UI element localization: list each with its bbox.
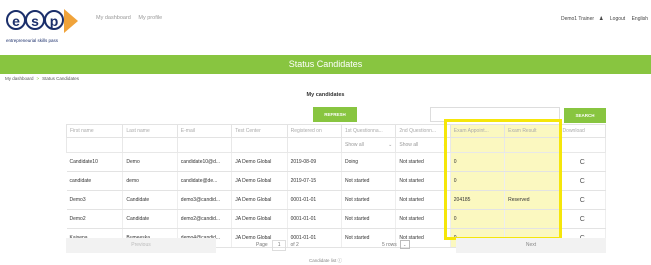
cell-last-name: demo [122, 171, 178, 191]
cell-1st-questionnaire: Doing [341, 152, 397, 172]
cell-email: candidate@de... [177, 171, 233, 191]
logo-letter-s: s [25, 10, 45, 30]
cell-registered-on: 2019-07-15 [287, 171, 342, 191]
language-select[interactable]: English [632, 16, 648, 22]
filter-2nd-questionnaire[interactable]: Show all ⌄ [395, 137, 451, 153]
page-total: of 2 [290, 242, 299, 248]
logo-arrow-icon [64, 9, 78, 33]
download-refresh-icon[interactable]: C [559, 152, 607, 172]
footer-link[interactable]: Candidate list ⓘ [0, 258, 651, 264]
highlight-box [444, 119, 562, 240]
filter-last-name[interactable] [122, 137, 178, 153]
filter-1st-value: Show all [344, 142, 364, 148]
cell-2nd-questionnaire: Not started [395, 190, 451, 210]
cell-2nd-questionnaire: Not started [395, 171, 451, 191]
cell-1st-questionnaire: Not started [341, 190, 397, 210]
cell-1st-questionnaire: Not started [341, 209, 397, 229]
filter-registered-on[interactable] [286, 137, 342, 153]
logo-letter-e: e [6, 10, 26, 30]
user-icon: ♟ [599, 16, 604, 22]
col-download[interactable]: Download [558, 124, 607, 138]
cell-first-name: Demo2 [66, 209, 124, 229]
esp-logo[interactable]: e s p entrepreneurial skills pass [6, 6, 88, 48]
top-nav: My dashboard My profile [96, 15, 168, 21]
rows-per-page-value: 5 rows [382, 242, 397, 248]
pagination: Previous Page 1 of 2 5 rows ⌄ Next [66, 238, 606, 253]
cell-last-name: Demo [122, 152, 178, 172]
filter-first-name[interactable] [65, 137, 124, 153]
page-title-banner: Status Candidates [0, 55, 651, 74]
nav-my-dashboard[interactable]: My dashboard [96, 15, 131, 21]
logout-link[interactable]: Logout [610, 16, 625, 22]
nav-my-profile[interactable]: My profile [138, 15, 162, 21]
download-refresh-icon[interactable]: C [559, 209, 607, 229]
cell-2nd-questionnaire: Not started [395, 152, 451, 172]
filter-download [558, 137, 607, 153]
cell-email: candidate10@d... [177, 152, 233, 172]
cell-email: demo3@candid... [177, 190, 233, 210]
page-number-input[interactable]: 1 [272, 240, 287, 251]
col-last-name[interactable]: Last name [122, 124, 178, 138]
previous-button[interactable]: Previous [66, 238, 216, 253]
cell-registered-on: 0001-01-01 [287, 190, 342, 210]
col-registered-on[interactable]: Registered on [286, 124, 342, 138]
refresh-button[interactable]: REFRESH [313, 107, 357, 122]
page-indicator: Page 1 of 2 [256, 238, 299, 253]
cell-2nd-questionnaire: Not started [395, 209, 451, 229]
page-label: Page [256, 242, 268, 248]
next-button[interactable]: Next [456, 238, 606, 253]
cell-registered-on: 2019-08-09 [287, 152, 342, 172]
cell-test-center: JA Demo Global [231, 152, 288, 172]
download-refresh-icon[interactable]: C [559, 171, 607, 191]
rows-per-page-select[interactable]: 5 rows ⌄ [382, 238, 410, 253]
cell-first-name: candidate [66, 171, 124, 191]
download-refresh-icon[interactable]: C [559, 190, 607, 210]
breadcrumb: My dashboard > Status Candidates [5, 76, 79, 81]
chevron-down-icon: ⌄ [399, 240, 410, 250]
cell-first-name: Candidate10 [66, 152, 124, 172]
col-test-center[interactable]: Test Center [231, 124, 288, 138]
cell-first-name: Demo3 [66, 190, 124, 210]
user-name[interactable]: Demo1 Trainer [561, 16, 594, 22]
cell-email: demo2@candid... [177, 209, 233, 229]
filter-test-center[interactable] [231, 137, 288, 153]
logo-letter-p: p [44, 10, 64, 30]
cell-test-center: JA Demo Global [231, 190, 288, 210]
filter-1st-questionnaire[interactable]: Show all ⌄ [340, 137, 397, 153]
col-1st-questionnaire[interactable]: 1st Questionna... [340, 124, 397, 138]
cell-registered-on: 0001-01-01 [287, 209, 342, 229]
col-2nd-questionnaire[interactable]: 2nd Questionn... [395, 124, 451, 138]
breadcrumb-separator-icon: > [36, 76, 40, 81]
cell-test-center: JA Demo Global [231, 209, 288, 229]
col-email[interactable]: E-mail [176, 124, 233, 138]
cell-last-name: Candidate [122, 209, 178, 229]
user-nav: Demo1 Trainer ♟ Logout English [556, 16, 648, 22]
breadcrumb-dashboard[interactable]: My dashboard [5, 76, 34, 81]
cell-1st-questionnaire: Not started [341, 171, 397, 191]
footer-text: Candidate list [308, 258, 337, 263]
col-first-name[interactable]: First name [65, 124, 124, 138]
breadcrumb-current: Status Candidates [42, 76, 79, 81]
search-button[interactable]: SEARCH [564, 108, 606, 123]
chevron-down-icon: ⌄ [388, 142, 393, 148]
filter-2nd-value: Show all [399, 142, 419, 148]
cell-test-center: JA Demo Global [231, 171, 288, 191]
info-icon: ⓘ [337, 258, 343, 263]
section-title: My candidates [306, 92, 345, 98]
logo-tagline: entrepreneurial skills pass [6, 38, 59, 43]
filter-email[interactable] [176, 137, 233, 153]
cell-last-name: Candidate [122, 190, 178, 210]
